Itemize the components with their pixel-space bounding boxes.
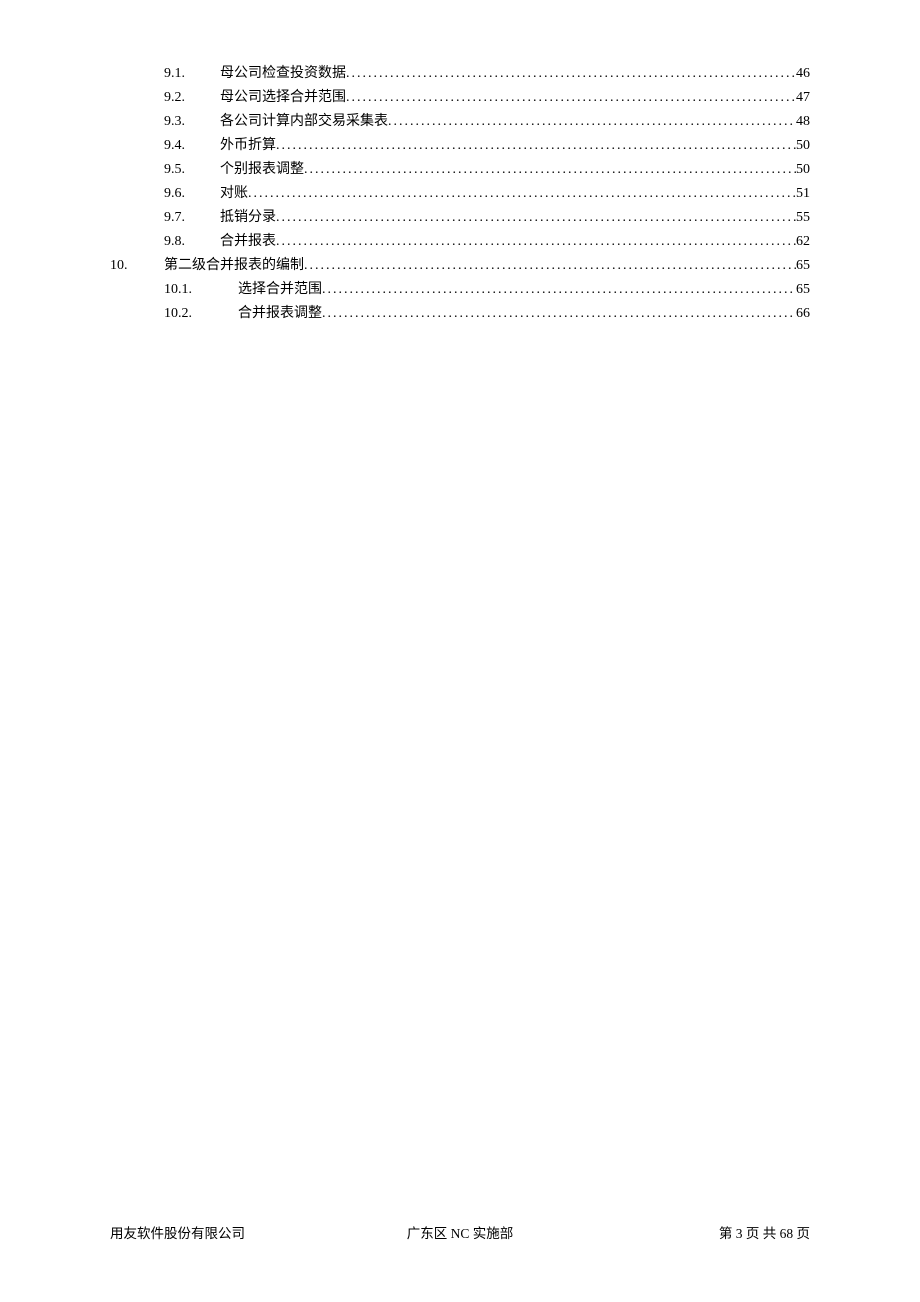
toc-entry[interactable]: 9.4. 外币折算 ..............................… [110, 134, 810, 158]
toc-title: 母公司检查投资数据 [220, 62, 346, 86]
footer-department: 广东区 NC 实施部 [407, 1222, 514, 1242]
toc-page: 65 [796, 278, 810, 302]
toc-title: 个别报表调整 [220, 158, 304, 182]
toc-entry[interactable]: 10.1. 选择合并范围 ...........................… [110, 278, 810, 302]
toc-leader: ........................................… [276, 230, 796, 254]
toc-page: 66 [796, 302, 810, 326]
page-footer: 用友软件股份有限公司 广东区 NC 实施部 第 3 页 共 68 页 [0, 1222, 920, 1242]
toc-title: 合并报表 [220, 230, 276, 254]
toc-number: 10.2. [164, 302, 238, 326]
toc-title: 母公司选择合并范围 [220, 86, 346, 110]
toc-page: 65 [796, 254, 810, 278]
toc-leader: ........................................… [304, 254, 796, 278]
toc-page: 51 [796, 182, 810, 206]
footer-page-number: 第 3 页 共 68 页 [719, 1222, 810, 1242]
toc-container: 9.1. 母公司检查投资数据 .........................… [0, 0, 920, 326]
toc-leader: ........................................… [346, 62, 796, 86]
toc-entry[interactable]: 9.3. 各公司计算内部交易采集表 ......................… [110, 110, 810, 134]
toc-leader: ........................................… [346, 86, 796, 110]
toc-number: 9.1. [164, 62, 220, 86]
toc-title: 合并报表调整 [238, 302, 322, 326]
toc-entry[interactable]: 10.2. 合并报表调整 ...........................… [110, 302, 810, 326]
toc-entry[interactable]: 9.6. 对账 ................................… [110, 182, 810, 206]
toc-number: 9.3. [164, 110, 220, 134]
toc-number: 9.6. [164, 182, 220, 206]
toc-leader: ........................................… [388, 110, 796, 134]
toc-page: 62 [796, 230, 810, 254]
toc-leader: ........................................… [276, 206, 796, 230]
toc-entry[interactable]: 9.7. 抵销分录 ..............................… [110, 206, 810, 230]
toc-page: 48 [796, 110, 810, 134]
toc-page: 46 [796, 62, 810, 86]
toc-title: 抵销分录 [220, 206, 276, 230]
toc-page: 50 [796, 158, 810, 182]
toc-entry[interactable]: 9.5. 个别报表调整 ............................… [110, 158, 810, 182]
toc-number: 9.4. [164, 134, 220, 158]
toc-page: 55 [796, 206, 810, 230]
toc-number: 9.7. [164, 206, 220, 230]
toc-leader: ........................................… [322, 302, 796, 326]
toc-leader: ........................................… [322, 278, 796, 302]
toc-number: 10.1. [164, 278, 238, 302]
toc-leader: ........................................… [304, 158, 796, 182]
toc-entry[interactable]: 10. 第二级合并报表的编制 .........................… [110, 254, 810, 278]
toc-entry[interactable]: 9.2. 母公司选择合并范围 .........................… [110, 86, 810, 110]
toc-leader: ........................................… [276, 134, 796, 158]
toc-title: 外币折算 [220, 134, 276, 158]
toc-title: 第二级合并报表的编制 [164, 254, 304, 278]
toc-title: 对账 [220, 182, 248, 206]
toc-number: 9.5. [164, 158, 220, 182]
toc-entry[interactable]: 9.8. 合并报表 ..............................… [110, 230, 810, 254]
toc-number: 10. [110, 254, 164, 278]
toc-leader: ........................................… [248, 182, 796, 206]
toc-title: 选择合并范围 [238, 278, 322, 302]
toc-entry[interactable]: 9.1. 母公司检查投资数据 .........................… [110, 62, 810, 86]
toc-page: 50 [796, 134, 810, 158]
toc-number: 9.2. [164, 86, 220, 110]
toc-page: 47 [796, 86, 810, 110]
toc-number: 9.8. [164, 230, 220, 254]
toc-title: 各公司计算内部交易采集表 [220, 110, 388, 134]
footer-company: 用友软件股份有限公司 [110, 1222, 245, 1242]
